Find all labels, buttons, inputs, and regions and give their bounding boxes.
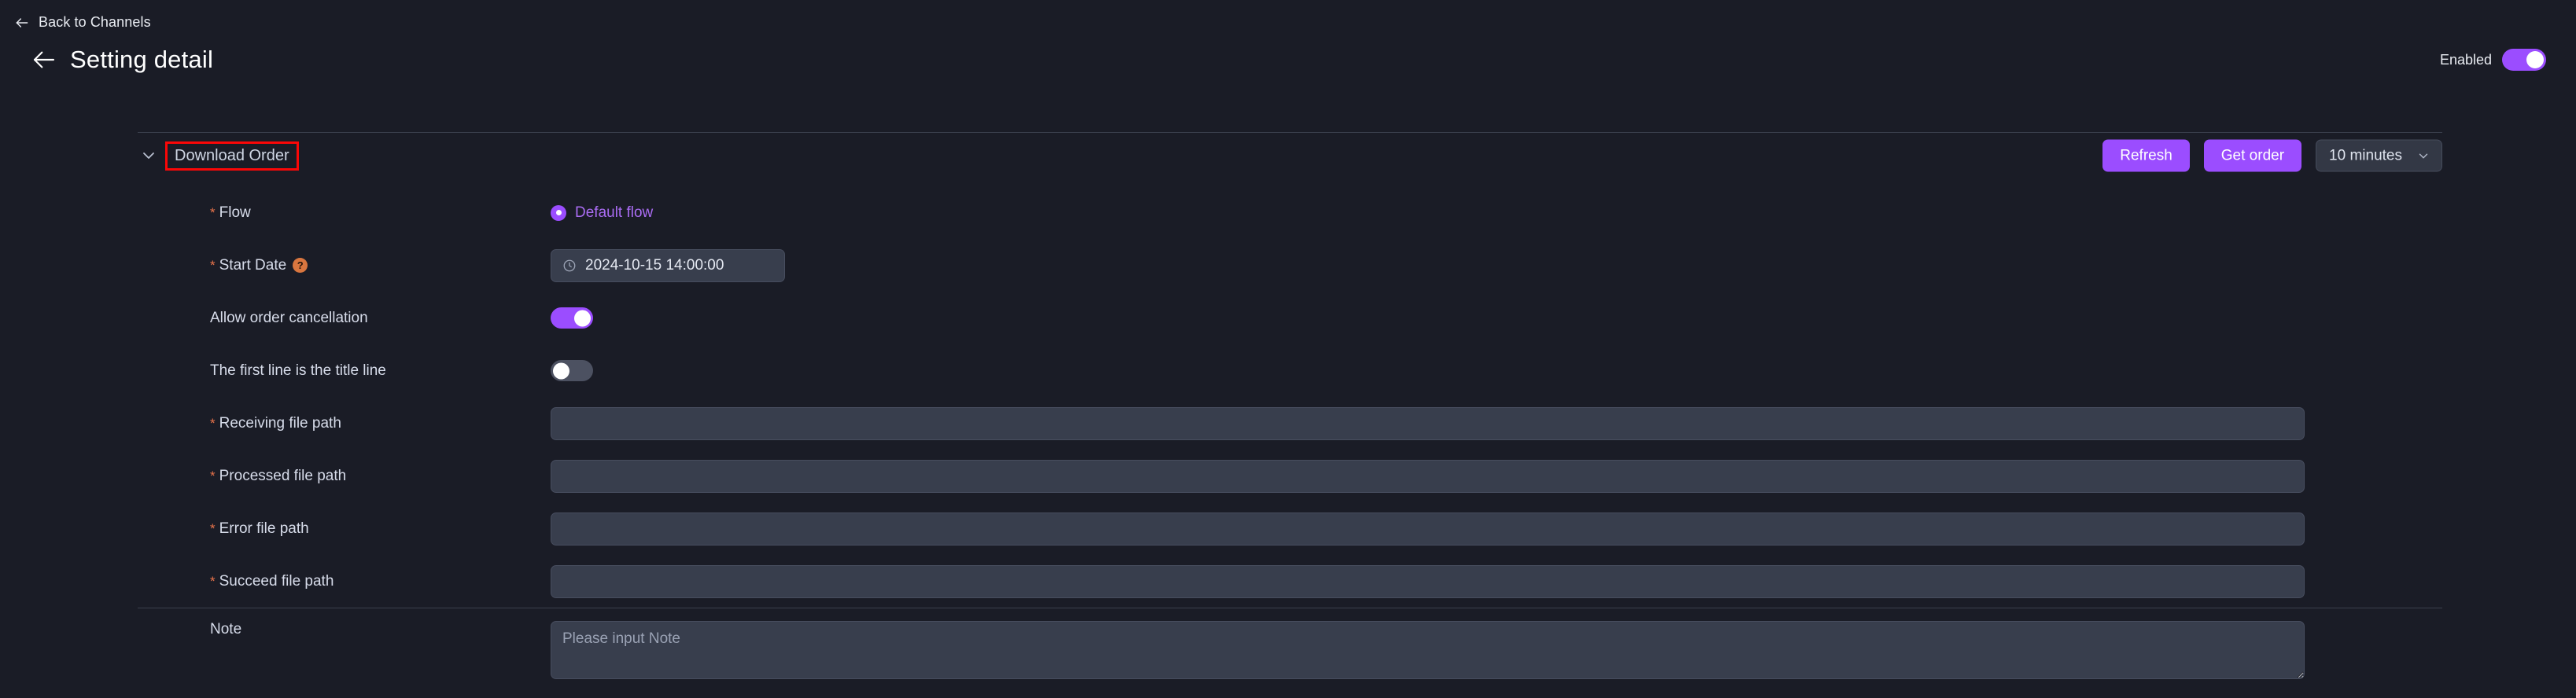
enabled-label: Enabled: [2439, 51, 2492, 68]
start-date-label-text: Start Date: [219, 256, 287, 274]
interval-select[interactable]: 10 minutes: [2316, 139, 2442, 172]
receiving-path-field: [551, 406, 2442, 440]
arrow-left-icon: [16, 17, 28, 28]
settings-form: * Flow Default flow * Start Date ? 2024-…: [138, 178, 2442, 608]
form-row-flow: * Flow Default flow: [138, 186, 2442, 239]
note-field: [551, 621, 2442, 679]
allow-cancellation-label-text: Allow order cancellation: [210, 309, 368, 326]
start-date-value: 2024-10-15 14:00:00: [585, 256, 724, 274]
radio-selected-icon: [551, 204, 566, 221]
toggle-knob: [553, 362, 569, 379]
error-path-label-text: Error file path: [219, 520, 309, 537]
form-row-first-line-title: The first line is the title line: [138, 344, 2442, 397]
flow-label: * Flow: [138, 204, 551, 222]
processed-path-input[interactable]: [551, 459, 2305, 493]
arrow-left-icon[interactable]: [31, 47, 57, 72]
processed-path-field: [551, 459, 2442, 493]
required-marker: *: [210, 468, 216, 483]
receiving-path-input[interactable]: [551, 406, 2305, 440]
receiving-path-label-text: Receiving file path: [219, 414, 341, 432]
first-line-title-label-text: The first line is the title line: [210, 362, 386, 379]
chevron-down-icon: [2419, 153, 2428, 158]
form-row-allow-cancellation: Allow order cancellation: [138, 292, 2442, 344]
flow-radio-default[interactable]: Default flow: [551, 204, 653, 222]
form-row-processed-path: * Processed file path: [138, 450, 2442, 502]
first-line-title-field: [551, 360, 2442, 381]
toggle-knob: [2526, 51, 2544, 68]
first-line-title-label: The first line is the title line: [138, 362, 551, 380]
enabled-control: Enabled: [2440, 49, 2546, 71]
note-label: Note: [138, 621, 551, 638]
refresh-button[interactable]: Refresh: [2102, 139, 2190, 172]
back-to-channels-link[interactable]: Back to Channels: [14, 14, 151, 31]
form-row-receiving-path: * Receiving file path: [138, 397, 2442, 450]
error-path-field: [551, 512, 2442, 546]
first-line-title-toggle[interactable]: [551, 360, 593, 381]
allow-cancellation-field: [551, 307, 2442, 329]
chevron-down-icon[interactable]: [139, 146, 158, 165]
flow-label-text: Flow: [219, 204, 251, 221]
get-order-button[interactable]: Get order: [2203, 139, 2302, 172]
enabled-toggle[interactable]: [2502, 49, 2546, 71]
flow-radio-label: Default flow: [575, 204, 654, 221]
form-row-error-path: * Error file path: [138, 502, 2442, 555]
interval-select-value: 10 minutes: [2329, 147, 2402, 163]
form-row-start-date: * Start Date ? 2024-10-15 14:00:00: [138, 239, 2442, 292]
required-marker: *: [210, 205, 216, 220]
required-marker: *: [210, 416, 216, 431]
section-header-download-order: Download Order Refresh Get order 10 minu…: [138, 133, 2442, 178]
processed-path-label: * Processed file path: [138, 468, 551, 485]
setting-panel: Download Order Refresh Get order 10 minu…: [138, 132, 2442, 684]
question-mark-icon[interactable]: ?: [293, 258, 308, 273]
page-title: Setting detail: [70, 46, 214, 73]
start-date-label: * Start Date ?: [138, 257, 551, 274]
error-path-input[interactable]: [551, 512, 2305, 546]
required-marker: *: [210, 521, 216, 536]
section-actions: Refresh Get order 10 minutes: [2102, 139, 2442, 172]
succeed-path-label: * Succeed file path: [138, 573, 551, 590]
form-row-note: Note: [138, 608, 2442, 684]
note-textarea[interactable]: [551, 621, 2305, 679]
required-marker: *: [210, 258, 216, 273]
flow-field: Default flow: [551, 204, 2442, 222]
succeed-path-label-text: Succeed file path: [219, 572, 334, 590]
note-label-text: Note: [210, 621, 242, 637]
required-marker: *: [210, 574, 216, 589]
toggle-knob: [574, 310, 591, 326]
start-date-picker[interactable]: 2024-10-15 14:00:00: [551, 248, 785, 282]
succeed-path-input[interactable]: [551, 564, 2305, 598]
section-title: Download Order: [165, 141, 299, 171]
form-row-succeed-path: * Succeed file path: [138, 555, 2442, 608]
allow-cancellation-label: Allow order cancellation: [138, 310, 551, 327]
processed-path-label-text: Processed file path: [219, 467, 347, 484]
back-to-channels-label: Back to Channels: [39, 14, 151, 30]
start-date-field: 2024-10-15 14:00:00: [551, 248, 2442, 282]
clock-icon: [563, 259, 576, 271]
receiving-path-label: * Receiving file path: [138, 415, 551, 432]
allow-cancellation-toggle[interactable]: [551, 307, 593, 329]
succeed-path-field: [551, 564, 2442, 598]
page-header: Setting detail: [31, 46, 213, 74]
error-path-label: * Error file path: [138, 520, 551, 538]
